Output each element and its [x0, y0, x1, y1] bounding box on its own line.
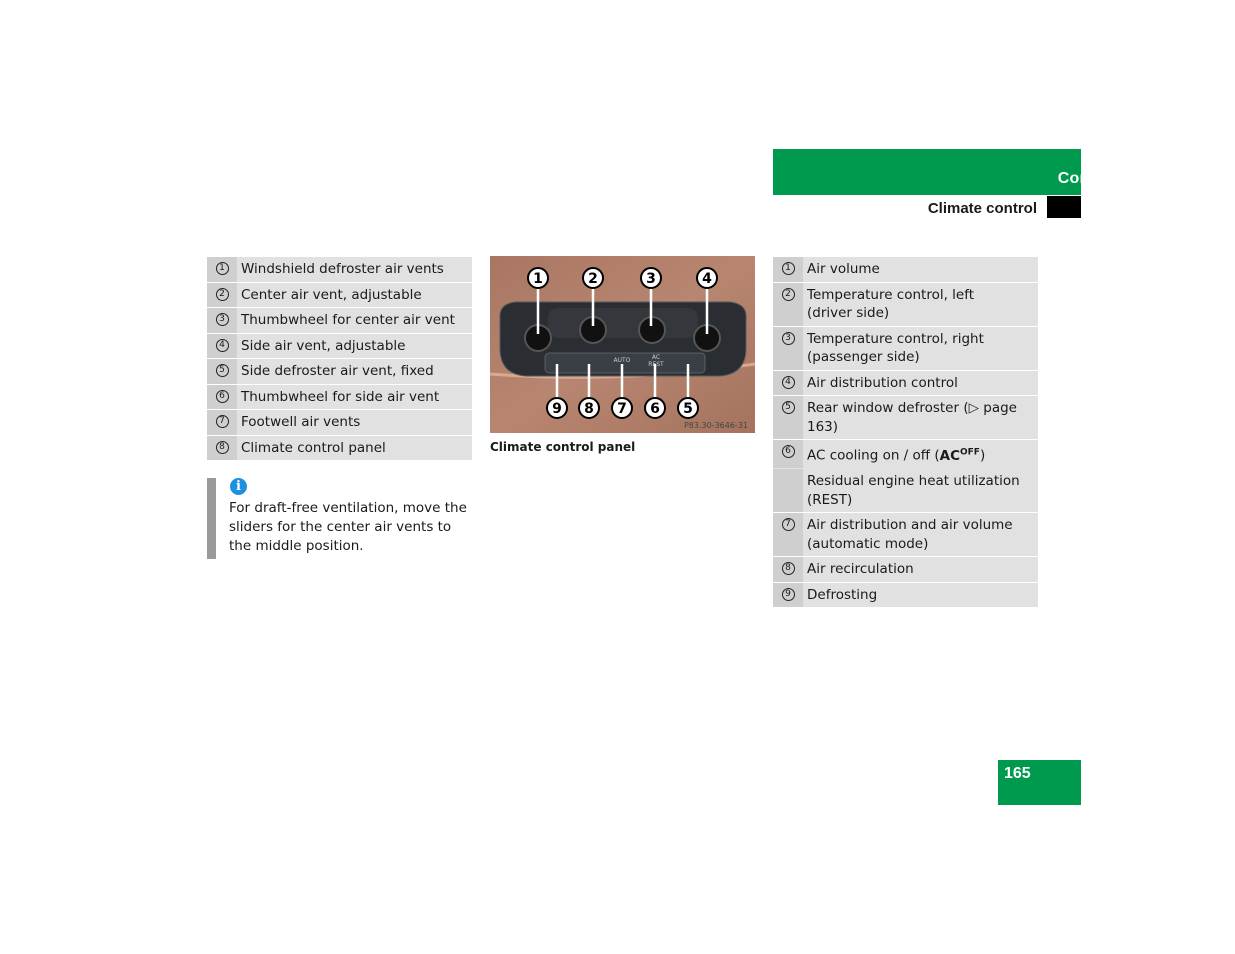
- item-text: Air volume: [807, 261, 880, 277]
- list-item: 9 Defrosting: [773, 582, 1038, 608]
- figure-caption: Climate control panel: [490, 440, 636, 454]
- list-item: 5 Rear window defroster (▷ page 163): [773, 396, 1038, 440]
- list-item: 7 Air distribution and air volume (automat…: [773, 513, 1038, 557]
- note-bar: [207, 478, 216, 559]
- item-number: 4: [781, 375, 795, 389]
- callout-label: 9: [552, 401, 562, 417]
- item-text: Air recirculation: [807, 561, 914, 577]
- info-icon: i: [230, 478, 247, 495]
- callout-label: 5: [683, 401, 693, 417]
- item-number: 2: [781, 287, 795, 301]
- item-text: AC cooling on / off (: [807, 447, 940, 464]
- item-number: 7: [215, 415, 229, 428]
- list-item: 8 Air recirculation: [773, 557, 1038, 583]
- item-text: Temperature control, left: [807, 286, 975, 303]
- callout-label: 2: [588, 271, 598, 287]
- item-text: Center air vent, adjustable: [237, 282, 472, 307]
- item-number: 8: [215, 440, 229, 454]
- list-item: 1 Air volume: [773, 257, 1038, 283]
- item-text: (automatic mode): [807, 535, 929, 552]
- list-item: 1 Windshield defroster air vents: [207, 257, 472, 283]
- item-number: 1: [781, 262, 795, 275]
- item-number: 6: [781, 445, 795, 458]
- item-text: Footwell air vents: [237, 410, 472, 435]
- item-text: Windshield defroster air vents: [237, 257, 472, 282]
- info-note: i For draft-free ventilation, move the s…: [207, 478, 472, 559]
- item-text: Air distribution control: [807, 374, 958, 391]
- item-text: Thumbwheel for center air vent: [237, 308, 472, 333]
- off-label: OFF: [960, 447, 980, 457]
- list-item: 4 Air distribution control: [773, 370, 1038, 396]
- item-text: Climate control panel: [237, 435, 472, 460]
- list-item: Residual engine heat utilization (REST): [773, 469, 1038, 513]
- header-marker: [1047, 196, 1081, 218]
- callout-label: 4: [702, 271, 712, 287]
- callout-label: 3: [646, 271, 656, 287]
- list-item: 5 Side defroster air vent, fixed: [207, 359, 472, 385]
- item-number: 7: [781, 518, 795, 531]
- item-text: Rear window defroster (▷ page 163): [807, 400, 1017, 435]
- list-item: 7 Footwell air vents: [207, 410, 472, 436]
- list-item: 2 Temperature control, left (driver side): [773, 282, 1038, 327]
- subsection-title: Climate control: [927, 200, 1037, 217]
- item-text: Defrosting: [807, 586, 878, 603]
- item-text: (REST): [807, 491, 853, 508]
- item-text: Air distribution and air volume: [807, 517, 1013, 533]
- auto-label: AUTO: [614, 357, 631, 364]
- list-item: 6 Thumbwheel for side air vent: [207, 384, 472, 410]
- item-number: 3: [781, 331, 795, 345]
- note-text: For draft-free ventilation, move the sli…: [229, 500, 467, 554]
- list-item: 8 Climate control panel: [207, 435, 472, 461]
- control-list: 1 Air volume 2 Temperature control, left (dr…: [773, 257, 1038, 608]
- list-item: 6 AC cooling on / off (ACOFF): [773, 440, 1038, 469]
- climate-panel-image: AUTOACREST 123498765 P83.30-3646-31: [489, 256, 756, 433]
- list-item: 3 Thumbwheel for center air vent: [207, 308, 472, 334]
- list-item: 2 Center air vent, adjustable: [207, 282, 472, 308]
- callout-label: 1: [533, 271, 543, 287]
- item-number: 4: [215, 338, 229, 352]
- item-number: 6: [215, 389, 229, 403]
- item-text: (passenger side): [807, 349, 920, 365]
- list-item: 3 Temperature control, right (passenger si…: [773, 326, 1038, 371]
- item-number: 3: [215, 313, 229, 326]
- item-number: 8: [781, 562, 795, 575]
- item-text: Thumbwheel for side air vent: [237, 384, 472, 409]
- svg-text:AC: AC: [652, 354, 660, 361]
- item-number: 1: [215, 262, 229, 275]
- ac-label: ACOFF: [939, 447, 980, 464]
- item-number: 5: [215, 364, 229, 377]
- item-text: Temperature control, right: [807, 330, 984, 347]
- callout-label: 6: [650, 401, 660, 417]
- vent-list: 1 Windshield defroster air vents 2 Center a…: [207, 257, 472, 461]
- item-text: Residual engine heat utilization: [807, 473, 1020, 489]
- section-title: Controls in detail: [1057, 170, 1192, 187]
- item-number: 2: [215, 287, 229, 301]
- item-text: ): [979, 447, 986, 464]
- item-text: Side defroster air vent, fixed: [237, 359, 472, 384]
- item-text: (driver side): [807, 305, 890, 321]
- list-item: 4 Side air vent, adjustable: [207, 333, 472, 359]
- callout-label: 7: [617, 401, 627, 417]
- item-number: 5: [781, 401, 795, 414]
- callout-label: 8: [584, 401, 594, 417]
- figure-code: P83.30-3646-31: [684, 421, 748, 430]
- item-number: 9: [781, 587, 795, 601]
- page-number: 165: [1004, 765, 1031, 782]
- header-band: [773, 149, 1081, 195]
- item-text: Side air vent, adjustable: [237, 333, 472, 358]
